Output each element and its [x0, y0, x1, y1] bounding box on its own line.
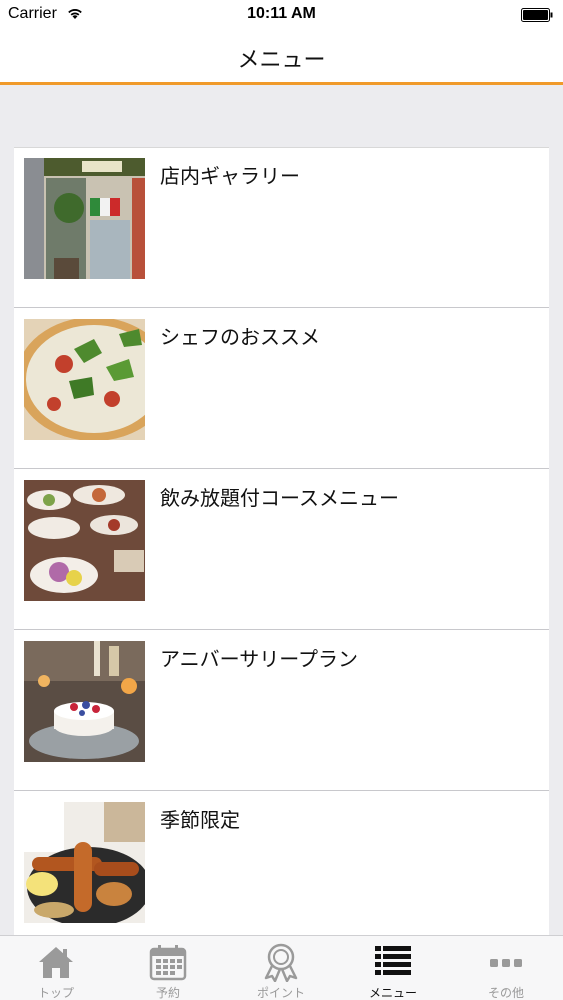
anniversary-cake-photo — [24, 641, 145, 762]
menu-item-anniversary[interactable]: アニバーサリープラン — [14, 631, 549, 791]
calendar-icon — [148, 942, 188, 982]
menu-item-label: 店内ギャラリー — [160, 164, 300, 188]
tab-label: メニュー — [368, 986, 417, 1000]
menu-item-chef-recommend[interactable]: シェフのおススメ — [14, 309, 549, 469]
menu-item-gallery[interactable]: 店内ギャラリー — [14, 148, 549, 308]
tab-other[interactable]: その他 — [450, 936, 562, 1000]
menu-item-course[interactable]: 飲み放題付コースメニュー — [14, 470, 549, 630]
battery-icon — [521, 7, 553, 26]
page-title: メニュー — [237, 48, 326, 73]
status-bar: Carrier 10:11 AM — [0, 0, 563, 30]
tab-label: その他 — [487, 986, 524, 1000]
navigation-bar: メニュー — [0, 30, 563, 85]
menu-list: 店内ギャラリー シェフのおススメ 飲み放題付コースメニュー アニバーサリープラン… — [14, 147, 549, 937]
menu-item-label: 季節限定 — [160, 808, 240, 832]
tab-label: 予約 — [155, 986, 180, 1000]
tab-bar: トップ 予約 ポイント メニュー その他 — [0, 935, 563, 1000]
status-time: 10:11 AM — [247, 5, 316, 22]
tab-reservation[interactable]: 予約 — [112, 936, 224, 1000]
menu-item-seasonal[interactable]: 季節限定 — [14, 792, 549, 937]
list-icon — [373, 942, 413, 982]
course-dishes-photo — [24, 480, 145, 601]
menu-item-label: アニバーサリープラン — [160, 647, 358, 671]
sausage-platter-photo — [24, 802, 145, 923]
pizza-photo — [24, 319, 145, 440]
tab-points[interactable]: ポイント — [225, 936, 337, 1000]
home-icon — [36, 942, 76, 982]
tab-top[interactable]: トップ — [0, 936, 112, 1000]
storefront-photo — [24, 158, 145, 279]
menu-item-label: シェフのおススメ — [160, 325, 320, 349]
menu-item-label: 飲み放題付コースメニュー — [160, 486, 399, 510]
tab-label: ポイント — [256, 986, 305, 1000]
tab-menu[interactable]: メニュー — [337, 936, 449, 1000]
tab-label: トップ — [37, 986, 74, 1000]
more-icon — [486, 942, 526, 982]
award-icon — [261, 942, 301, 983]
